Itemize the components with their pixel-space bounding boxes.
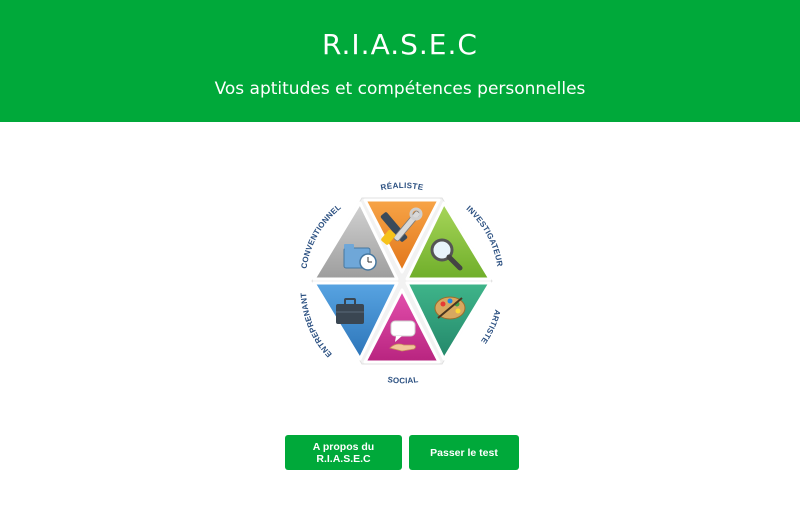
take-test-button[interactable]: Passer le test xyxy=(409,435,519,470)
page-title: R.I.A.S.E.C xyxy=(322,28,478,61)
label-realiste: RÉALISTE xyxy=(380,181,424,192)
about-riasec-button[interactable]: A propos du R.I.A.S.E.C xyxy=(285,435,402,470)
label-artiste: ARTISTE xyxy=(479,309,502,346)
page-subtitle: Vos aptitudes et compétences personnelle… xyxy=(214,79,586,99)
svg-text:SOCIAL: SOCIAL xyxy=(387,375,419,385)
svg-text:RÉALISTE: RÉALISTE xyxy=(380,181,425,192)
svg-text:ARTISTE: ARTISTE xyxy=(479,309,502,346)
label-social: SOCIAL xyxy=(387,375,419,385)
speech-hand-icon xyxy=(389,320,416,352)
header-banner: R.I.A.S.E.C Vos aptitudes et compétences… xyxy=(0,0,800,122)
palette-icon xyxy=(434,296,466,320)
riasec-hexagon-diagram: RÉALISTE INVESTIGATEUR ARTISTE SOCIAL EN… xyxy=(292,176,512,386)
